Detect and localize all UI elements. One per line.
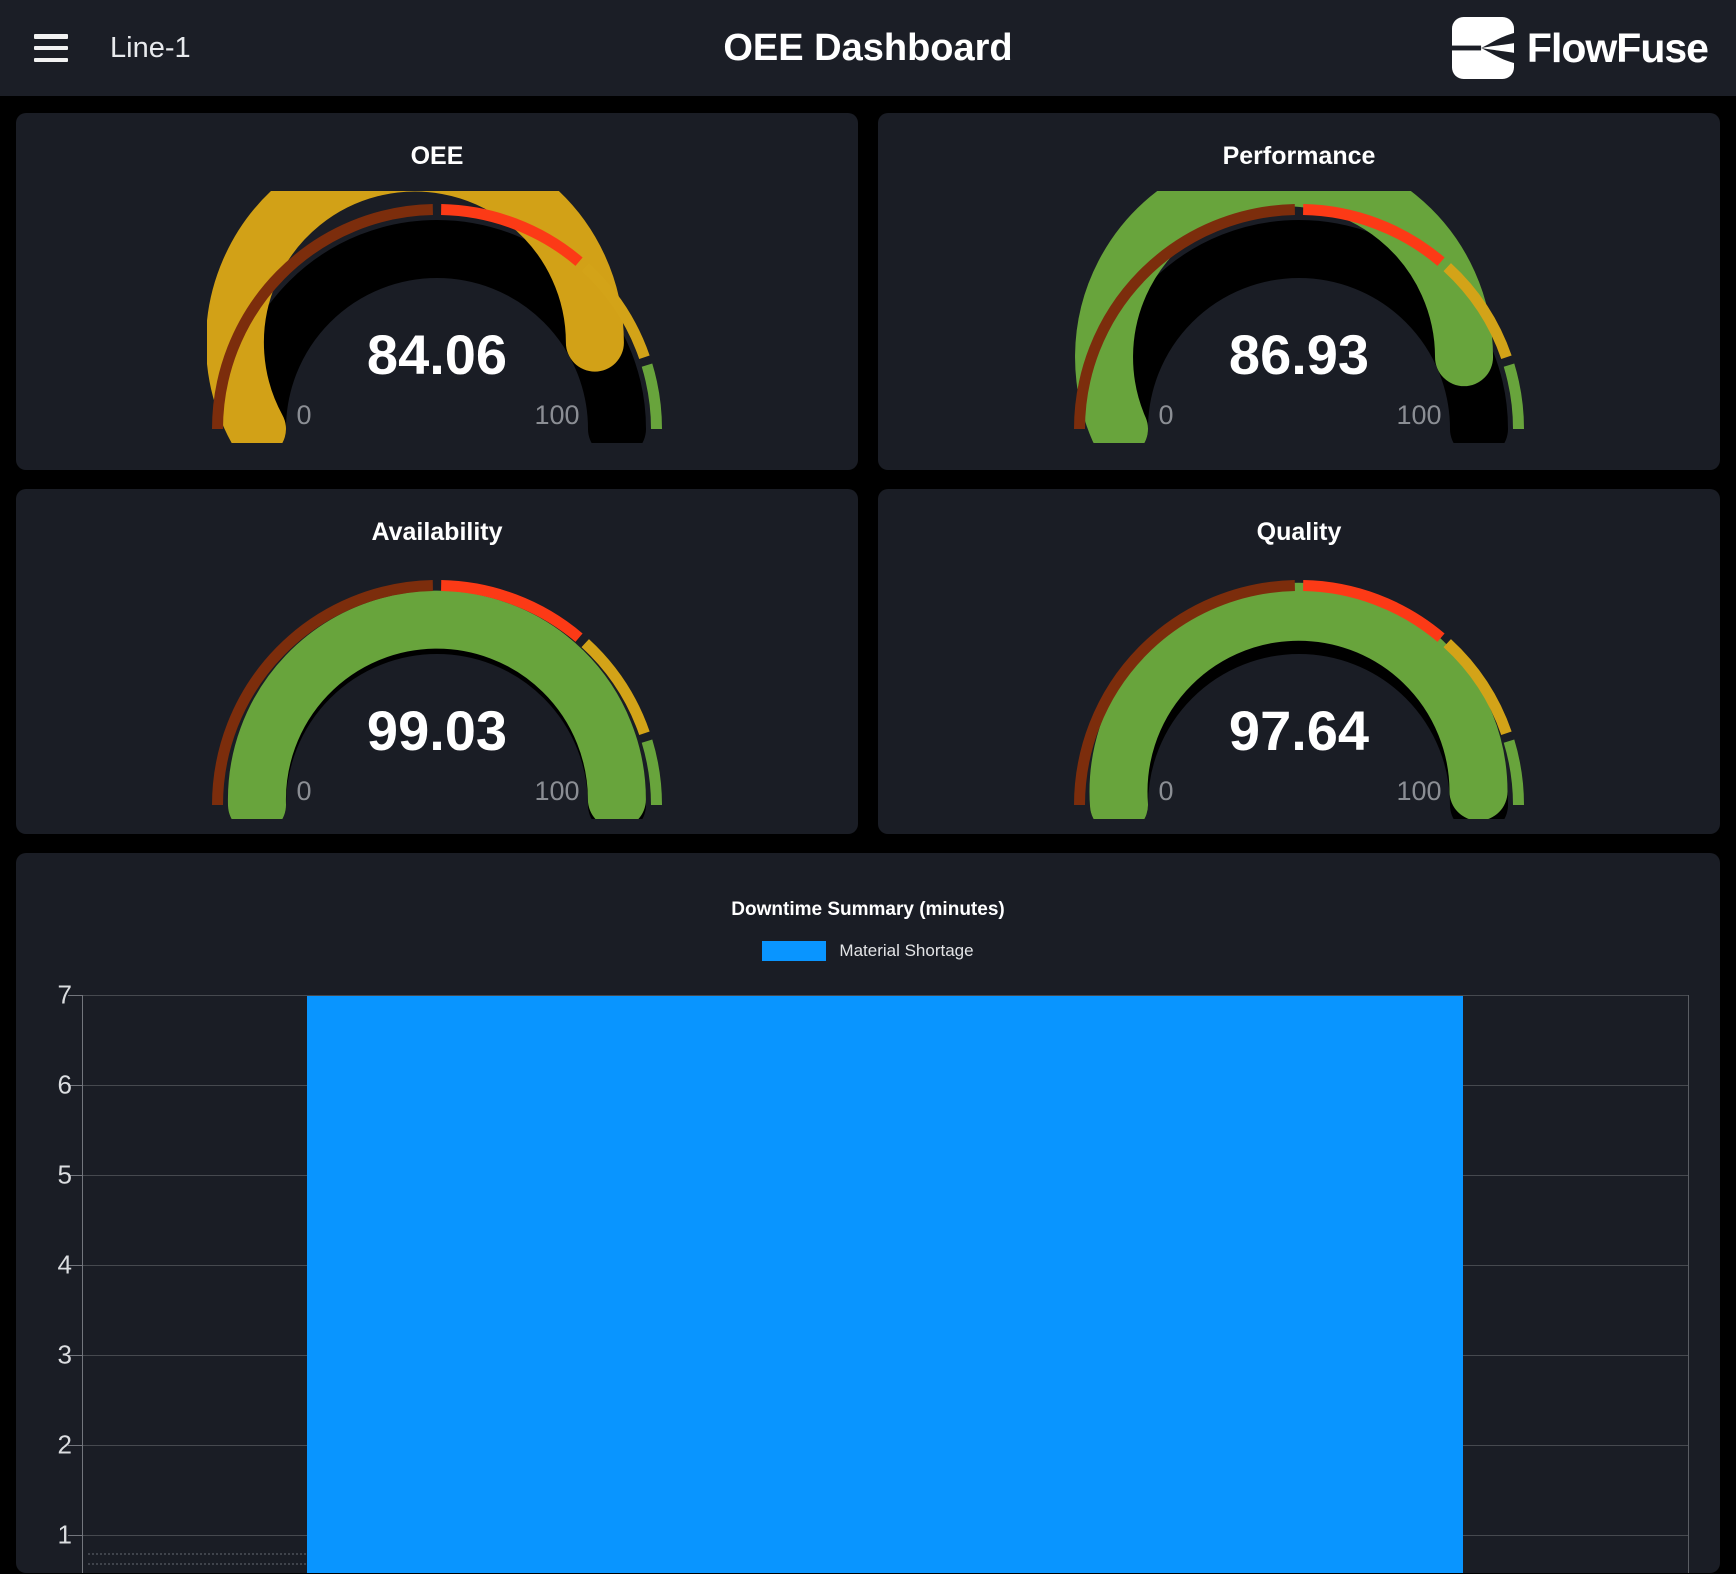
gauge-oee: 84.06 0 100 — [16, 191, 858, 443]
bar-chart-plot: 7 6 5 4 3 2 1 — [16, 853, 1720, 1573]
gauge-min-label: 0 — [1158, 400, 1173, 430]
gauge-quality: 97.64 0 100 — [878, 567, 1720, 819]
y-tick-label: 3 — [16, 1340, 72, 1371]
dotted-gridline — [88, 1553, 306, 1555]
y-tick-label: 7 — [16, 980, 72, 1011]
gauge-min-label: 0 — [296, 776, 311, 806]
gauge-svg: 97.64 0 100 — [1069, 567, 1529, 819]
gauge-title: Quality — [878, 489, 1720, 549]
gauge-card-availability: Availability 99.03 0 100 — [16, 489, 858, 834]
gauge-svg: 84.06 0 100 — [207, 191, 667, 443]
gauge-title: OEE — [16, 113, 858, 173]
gauge-card-quality: Quality 97.64 0 100 — [878, 489, 1720, 834]
gauge-segment — [647, 741, 657, 805]
app-header: Line-1 OEE Dashboard FlowFuse — [0, 0, 1736, 96]
gauge-grid: OEE 84.06 0 100 Performance 86.93 0 100 Avai… — [16, 113, 1720, 834]
dotted-gridline — [88, 1563, 306, 1565]
bar-material-shortage[interactable] — [307, 996, 1463, 1573]
gauge-availability: 99.03 0 100 — [16, 567, 858, 819]
gauge-value: 99.03 — [367, 699, 507, 762]
plot-right-border — [1688, 995, 1689, 1573]
gauge-min-label: 0 — [296, 400, 311, 430]
y-tick-label: 5 — [16, 1160, 72, 1191]
y-axis-line — [82, 995, 83, 1573]
gauge-card-performance: Performance 86.93 0 100 — [878, 113, 1720, 470]
y-tick-label: 1 — [16, 1520, 72, 1551]
flowfuse-icon — [1452, 17, 1514, 79]
gauge-title: Performance — [878, 113, 1720, 173]
gauge-max-label: 100 — [534, 400, 579, 430]
downtime-chart-card: Downtime Summary (minutes) Material Shor… — [16, 853, 1720, 1573]
gauge-title: Availability — [16, 489, 858, 549]
gauge-value: 97.64 — [1229, 699, 1369, 762]
brand-logo: FlowFuse — [1452, 17, 1708, 79]
gauge-performance: 86.93 0 100 — [878, 191, 1720, 443]
gauge-value: 84.06 — [367, 323, 507, 386]
y-tick-label: 2 — [16, 1430, 72, 1461]
page-name[interactable]: Line-1 — [110, 32, 191, 65]
gauge-max-label: 100 — [1396, 400, 1441, 430]
hamburger-menu-icon[interactable] — [34, 34, 68, 62]
brand-name: FlowFuse — [1527, 25, 1708, 72]
y-tick-label: 4 — [16, 1250, 72, 1281]
gauge-card-oee: OEE 84.06 0 100 — [16, 113, 858, 470]
y-tick-label: 6 — [16, 1070, 72, 1101]
gauge-min-label: 0 — [1158, 776, 1173, 806]
gauge-svg: 99.03 0 100 — [207, 567, 667, 819]
gauge-segment — [1509, 365, 1519, 429]
gauge-max-label: 100 — [534, 776, 579, 806]
gauge-max-label: 100 — [1396, 776, 1441, 806]
gauge-segment — [647, 365, 657, 429]
gauge-svg: 86.93 0 100 — [1069, 191, 1529, 443]
gauge-segment — [1509, 741, 1519, 805]
gauge-value: 86.93 — [1229, 323, 1369, 386]
